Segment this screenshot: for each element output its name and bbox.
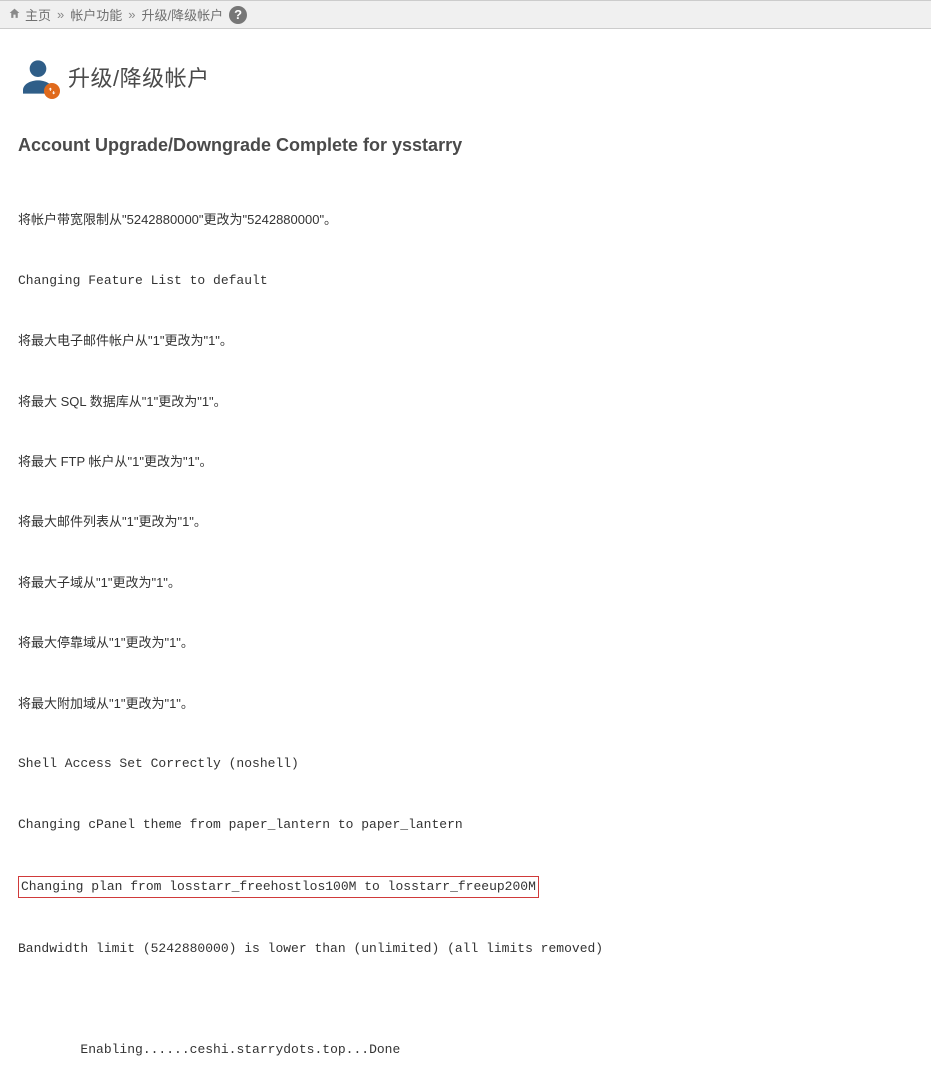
breadcrumb: 主页 » 帐户功能 » 升级/降级帐户 ? bbox=[0, 0, 931, 29]
log-line: Changing cPanel theme from paper_lantern… bbox=[18, 815, 913, 835]
page-title: 升级/降级帐户 bbox=[68, 61, 210, 93]
upgrade-badge-icon bbox=[44, 83, 60, 99]
home-icon bbox=[8, 7, 21, 22]
log-line: 将最大停靠域从"1"更改为"1"。 bbox=[18, 633, 913, 653]
page-title-block: 升级/降级帐户 bbox=[0, 29, 931, 107]
log-line: 将最大附加域从"1"更改为"1"。 bbox=[18, 694, 913, 714]
breadcrumb-sep: » bbox=[57, 7, 64, 22]
log-line: 将帐户带宽限制从"5242880000"更改为"5242880000"。 bbox=[18, 210, 913, 230]
log-line: 将最大 FTP 帐户从"1"更改为"1"。 bbox=[18, 452, 913, 472]
account-upgrade-icon bbox=[18, 57, 58, 97]
log-line: Enabling......ceshi.starrydots.top...Don… bbox=[18, 1040, 913, 1060]
log-line: Changing Feature List to default bbox=[18, 271, 913, 291]
content: Account Upgrade/Downgrade Complete for y… bbox=[0, 107, 931, 1080]
output-log: 将帐户带宽限制从"5242880000"更改为"5242880000"。 Cha… bbox=[18, 170, 913, 1080]
breadcrumb-account-fn[interactable]: 帐户功能 bbox=[70, 5, 122, 24]
highlight-plan-change: Changing plan from losstarr_freehostlos1… bbox=[18, 876, 539, 898]
log-line: 将最大邮件列表从"1"更改为"1"。 bbox=[18, 512, 913, 532]
log-line: Bandwidth limit (5242880000) is lower th… bbox=[18, 939, 913, 959]
log-line: 将最大电子邮件帐户从"1"更改为"1"。 bbox=[18, 331, 913, 351]
help-icon[interactable]: ? bbox=[229, 6, 247, 24]
log-line: Shell Access Set Correctly (noshell) bbox=[18, 754, 913, 774]
log-line: 将最大 SQL 数据库从"1"更改为"1"。 bbox=[18, 392, 913, 412]
log-line: 将最大子域从"1"更改为"1"。 bbox=[18, 573, 913, 593]
section-heading: Account Upgrade/Downgrade Complete for y… bbox=[18, 135, 913, 156]
breadcrumb-current: 升级/降级帐户 bbox=[142, 5, 224, 24]
breadcrumb-home[interactable]: 主页 bbox=[25, 5, 51, 24]
breadcrumb-sep: » bbox=[128, 7, 135, 22]
